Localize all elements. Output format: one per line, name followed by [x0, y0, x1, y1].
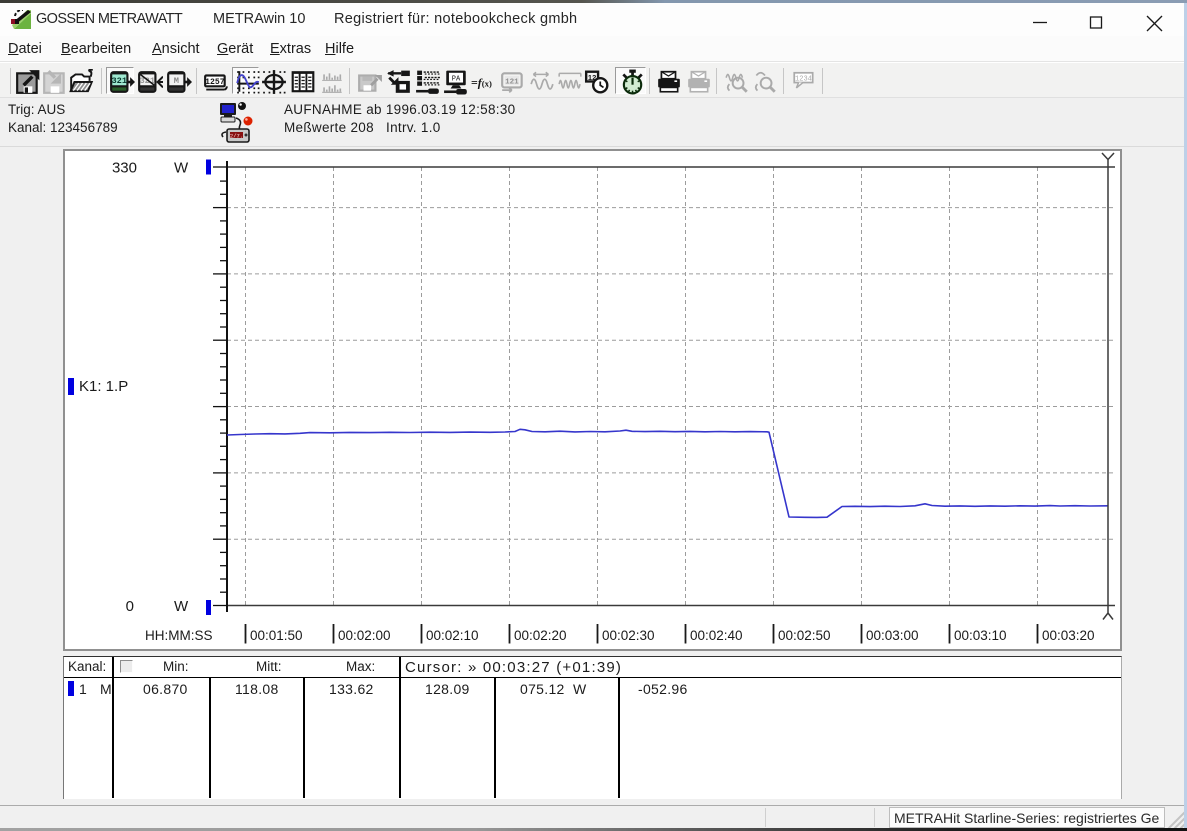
svg-text:00:02:50: 00:02:50 — [778, 628, 831, 643]
svg-text:HH:MM:SS: HH:MM:SS — [145, 628, 213, 643]
svg-text:00:02:00: 00:02:00 — [338, 628, 391, 643]
svg-text:121: 121 — [505, 79, 519, 87]
svg-text:321: 321 — [111, 76, 127, 86]
svg-text:00:03:10: 00:03:10 — [954, 628, 1007, 643]
svg-text:K1: 1.P: K1: 1.P — [79, 378, 128, 395]
svg-text:1234: 1234 — [795, 75, 812, 83]
svg-text:330: 330 — [112, 160, 137, 177]
svg-text:00:01:50: 00:01:50 — [250, 628, 303, 643]
svg-text:W: W — [174, 598, 189, 615]
svg-text:1257: 1257 — [205, 78, 225, 87]
svg-text:2/7.: 2/7. — [230, 133, 243, 140]
svg-text:W: W — [174, 160, 189, 177]
svg-text:M: M — [174, 76, 179, 86]
svg-text:00:02:40: 00:02:40 — [690, 628, 743, 643]
svg-text:00:02:20: 00:02:20 — [514, 628, 567, 643]
svg-text:0: 0 — [126, 598, 134, 615]
svg-text:PA: PA — [452, 75, 461, 83]
svg-text:00:03:20: 00:03:20 — [1042, 628, 1095, 643]
svg-text:00:03:00: 00:03:00 — [866, 628, 919, 643]
svg-text:00:02:10: 00:02:10 — [426, 628, 479, 643]
svg-text:=f(x): =f(x) — [471, 75, 492, 89]
svg-text:00:02:30: 00:02:30 — [602, 628, 655, 643]
